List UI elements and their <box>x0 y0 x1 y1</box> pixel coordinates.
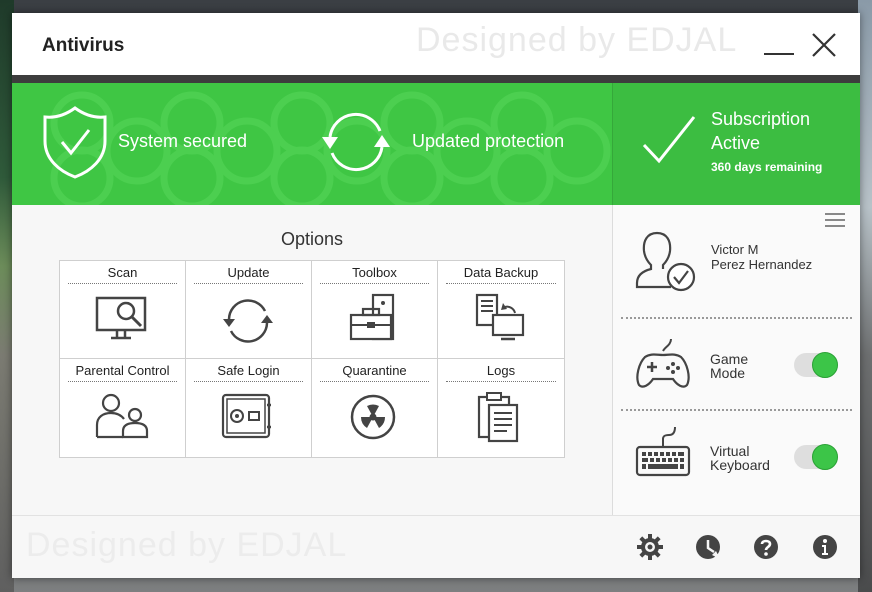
settings-icon[interactable] <box>636 533 664 561</box>
title-bar: Designed by EDJAL Antivirus <box>12 13 860 75</box>
close-button[interactable] <box>808 29 840 61</box>
options-title: Options <box>280 229 344 249</box>
sync-icon <box>322 112 390 172</box>
logs-icon <box>477 392 519 443</box>
subscription-status: Active <box>711 133 761 153</box>
help-icon[interactable] <box>752 533 780 561</box>
history-icon[interactable] <box>694 533 722 561</box>
days-remaining: 360 days remaining <box>711 160 823 174</box>
options-panel: Options Scan Update Toolbox Data Backup … <box>12 205 612 515</box>
watermark-text-bottom: Designed by EDJAL <box>26 526 348 564</box>
option-toolbox[interactable]: Toolbox <box>312 261 438 359</box>
option-update[interactable]: Update <box>186 261 312 359</box>
game-mode-label-line2: Mode <box>710 365 746 381</box>
radiation-icon <box>350 394 396 440</box>
info-icon[interactable] <box>811 533 839 561</box>
antivirus-window: Designed by EDJAL Antivirus System secur… <box>12 13 860 578</box>
desktop-background-right <box>858 0 872 592</box>
option-parental-control[interactable]: Parental Control <box>60 359 186 457</box>
user-avatar-icon <box>635 231 696 292</box>
scan-icon <box>95 296 147 340</box>
option-quarantine[interactable]: Quarantine <box>312 359 438 457</box>
option-label: Data Backup <box>463 265 539 280</box>
option-label: Safe Login <box>217 363 280 378</box>
option-label: Quarantine <box>342 363 407 378</box>
subscription-label: Subscription <box>711 109 811 129</box>
option-label: Logs <box>486 363 516 378</box>
parental-control-icon <box>95 393 149 439</box>
virtual-keyboard-label: Virtual Keyboard <box>710 444 770 472</box>
sidebar-panel: Victor M Perez Hernandez Game Mode Virtu… <box>612 205 860 515</box>
user-name: Victor M Perez Hernandez <box>711 242 812 272</box>
game-mode-toggle[interactable] <box>794 352 838 378</box>
hamburger-menu-button[interactable] <box>825 213 845 229</box>
options-grid: Scan Update Toolbox Data Backup Parental… <box>59 260 565 458</box>
updated-protection-label: Updated protection <box>412 131 565 151</box>
user-first-name: Victor M <box>711 242 759 257</box>
game-mode-label-line1: Game <box>710 351 749 367</box>
footer-bar: Designed by EDJAL <box>12 515 860 578</box>
toggle-knob <box>812 352 838 378</box>
safe-login-icon <box>221 393 271 439</box>
option-label: Scan <box>107 265 138 280</box>
keyboard-icon <box>635 427 691 477</box>
virtual-keyboard-label-line2: Keyboard <box>710 457 770 473</box>
minimize-button[interactable] <box>763 31 795 61</box>
game-mode-label: Game Mode <box>710 352 748 380</box>
divider <box>621 317 852 319</box>
shield-check-icon <box>43 106 107 179</box>
subscription-panel: Subscription Active 360 days remaining <box>612 83 860 205</box>
checkmark-icon <box>642 116 696 164</box>
watermark-text-top: Designed by EDJAL <box>416 21 738 59</box>
option-label: Parental Control <box>75 363 170 378</box>
app-title: Antivirus <box>42 35 125 56</box>
toggle-knob <box>812 444 838 470</box>
option-logs[interactable]: Logs <box>438 359 564 457</box>
option-data-backup[interactable]: Data Backup <box>438 261 564 359</box>
option-safe-login[interactable]: Safe Login <box>186 359 312 457</box>
option-label: Update <box>227 265 270 280</box>
status-banner: System secured Updated protection Subscr… <box>12 83 860 205</box>
divider <box>621 409 852 411</box>
title-separator-bar <box>12 75 860 83</box>
system-secured-label: System secured <box>118 131 248 151</box>
gamepad-icon <box>636 338 690 388</box>
virtual-keyboard-label-line1: Virtual <box>710 443 750 459</box>
virtual-keyboard-toggle[interactable] <box>794 444 838 470</box>
data-backup-icon <box>475 293 525 341</box>
option-label: Toolbox <box>352 265 397 280</box>
user-last-name: Perez Hernandez <box>711 257 813 272</box>
update-icon <box>223 299 273 343</box>
option-scan[interactable]: Scan <box>60 261 186 359</box>
toolbox-icon <box>349 293 395 341</box>
